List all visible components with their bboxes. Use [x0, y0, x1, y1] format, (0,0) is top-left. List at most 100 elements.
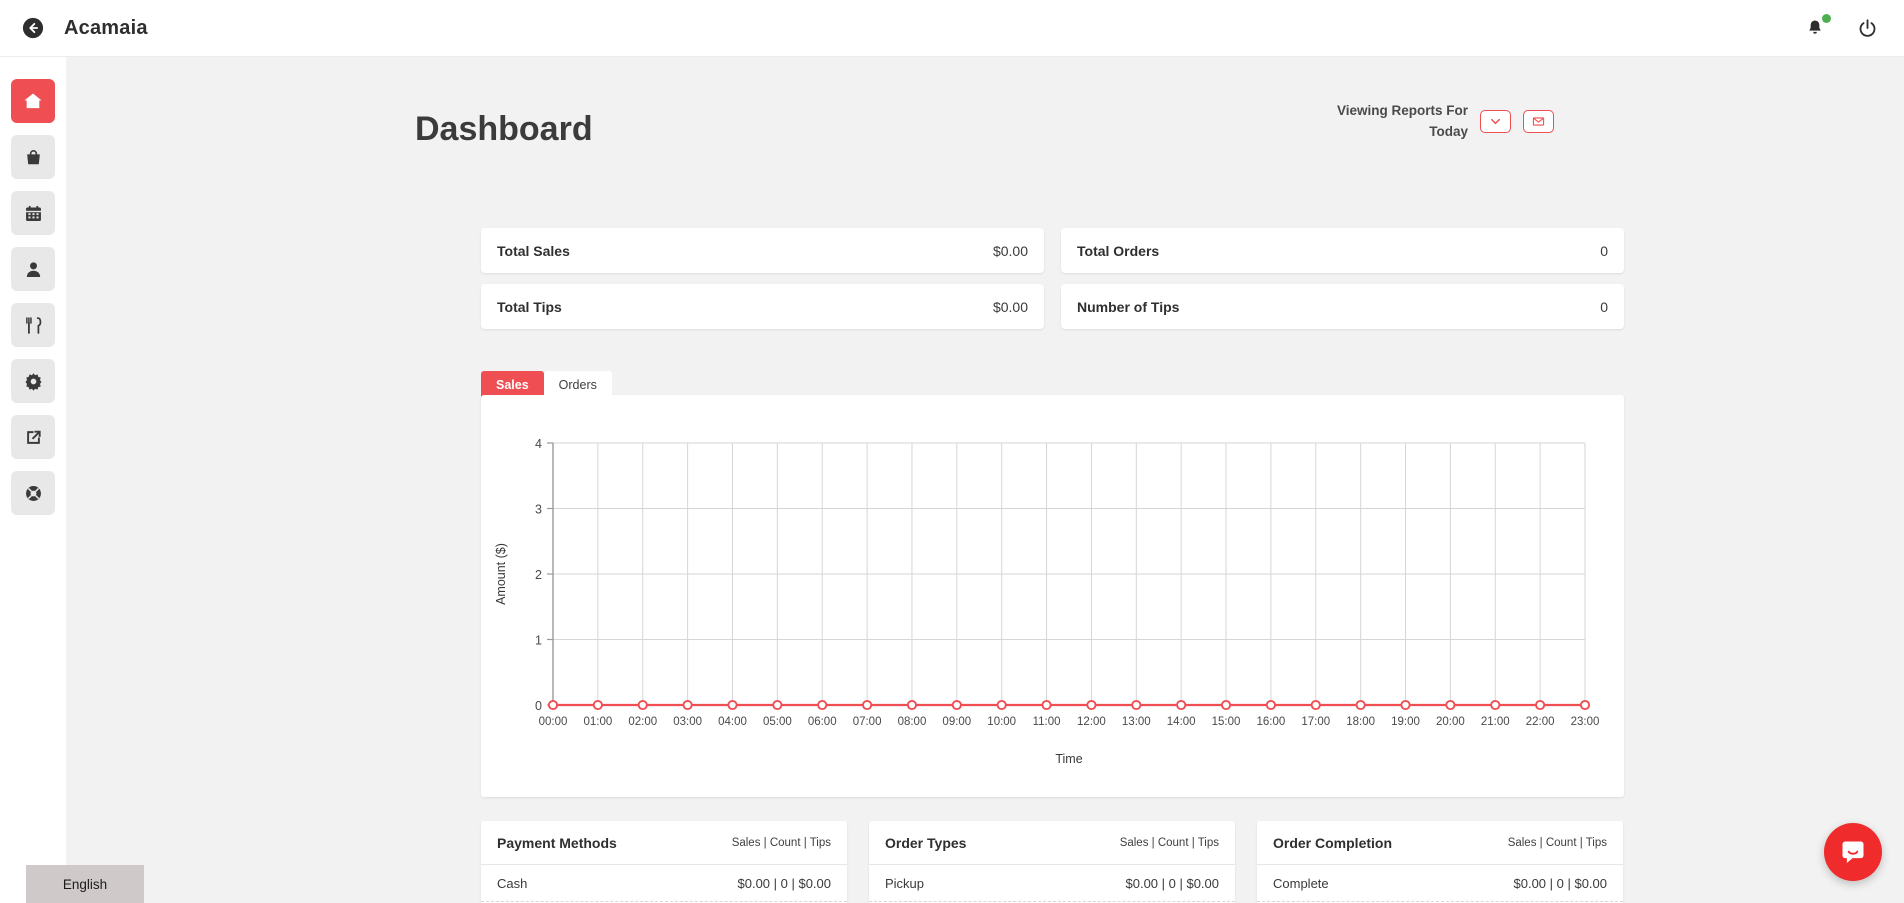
app-title: Acamaia [64, 16, 148, 39]
sidebar-item-customers[interactable] [11, 247, 55, 291]
report-range-label: Viewing Reports For Today [1337, 101, 1468, 143]
row-value: $0.00 | 0 | $0.00 [1125, 876, 1220, 891]
svg-text:18:00: 18:00 [1346, 716, 1375, 728]
svg-text:12:00: 12:00 [1077, 716, 1106, 728]
svg-text:08:00: 08:00 [898, 716, 927, 728]
report-label-line1: Viewing Reports For [1336, 103, 1468, 118]
notifications-button[interactable] [1802, 14, 1831, 41]
svg-text:1: 1 [535, 634, 542, 648]
stat-value: $0.00 [992, 298, 1028, 315]
calendar-icon [25, 205, 41, 221]
sidebar-item-support[interactable] [11, 471, 55, 515]
back-button[interactable] [20, 15, 46, 41]
report-label-line2: Today [1429, 123, 1468, 139]
stat-card-total-sales: Total Sales $0.00 [481, 228, 1044, 273]
stat-card-total-orders: Total Orders 0 [1061, 228, 1624, 273]
report-range-dropdown-button[interactable] [1480, 110, 1511, 134]
bag-icon [26, 149, 40, 164]
person-icon [26, 261, 40, 277]
svg-text:0: 0 [535, 699, 542, 713]
power-icon [1859, 18, 1875, 37]
svg-text:05:00: 05:00 [763, 716, 792, 728]
page-title: Dashboard [415, 109, 593, 148]
external-link-icon [26, 430, 41, 444]
row-value: $0.00 | 0 | $0.00 [737, 876, 832, 891]
topbar-actions [1802, 14, 1880, 41]
sidebar-item-settings[interactable] [11, 359, 55, 403]
svg-text:13:00: 13:00 [1122, 716, 1151, 728]
sales-chart[interactable]: 0 1 2 3 4 00:00 01:00 02:00 03:00 04:00 05:00 06:00… [481, 395, 1624, 797]
svg-text:16:00: 16:00 [1257, 716, 1286, 728]
stat-label: Total Sales [497, 242, 570, 259]
table-payment-methods: Payment Methods Sales | Count | Tips Cas… [481, 821, 847, 903]
sidebar-item-orders[interactable] [11, 135, 55, 179]
svg-text:23:00: 23:00 [1571, 716, 1600, 728]
svg-text:22:00: 22:00 [1526, 716, 1555, 728]
svg-text:15:00: 15:00 [1212, 716, 1241, 728]
svg-text:09:00: 09:00 [942, 716, 971, 728]
svg-text:07:00: 07:00 [853, 716, 882, 728]
row-label: Pickup [885, 876, 925, 891]
stat-cards: Total Sales $0.00 Total Orders 0 Total T… [481, 228, 1624, 340]
table-row: Cash $0.00 | 0 | $0.00 [481, 865, 847, 902]
notification-badge [1822, 14, 1831, 23]
svg-text:04:00: 04:00 [718, 716, 747, 728]
stat-label: Number of Tips [1077, 298, 1180, 315]
svg-text:17:00: 17:00 [1301, 716, 1330, 728]
email-report-button[interactable] [1523, 110, 1554, 134]
table-title: Order Types [885, 835, 967, 851]
stat-value: 0 [1600, 298, 1608, 315]
row-value: $0.00 | 0 | $0.00 [1513, 876, 1608, 891]
row-label: Cash [497, 876, 528, 891]
svg-text:19:00: 19:00 [1391, 716, 1420, 728]
svg-text:01:00: 01:00 [583, 716, 612, 728]
table-order-types: Order Types Sales | Count | Tips Pickup … [869, 821, 1235, 903]
svg-text:10:00: 10:00 [987, 716, 1016, 728]
stat-row-1: Total Sales $0.00 Total Orders 0 [481, 228, 1624, 273]
stat-label: Total Tips [497, 298, 562, 315]
svg-text:20:00: 20:00 [1436, 716, 1465, 728]
sidebar-item-menu[interactable] [11, 303, 55, 347]
sales-chart-card: 0 1 2 3 4 00:00 01:00 02:00 03:00 04:00 05:00 06:00… [481, 395, 1624, 797]
svg-text:14:00: 14:00 [1167, 716, 1196, 728]
table-header: Order Types Sales | Count | Tips [869, 821, 1235, 865]
stat-label: Total Orders [1077, 242, 1160, 259]
main-content: Dashboard Viewing Reports For Today Tota… [66, 57, 1904, 903]
sidebar-item-home[interactable] [11, 79, 55, 123]
svg-text:2: 2 [535, 568, 542, 582]
envelope-icon [1532, 117, 1545, 127]
power-button[interactable] [1854, 15, 1880, 41]
svg-text:4: 4 [535, 437, 542, 451]
page-header: Dashboard Viewing Reports For Today [415, 101, 1554, 149]
table-title: Order Completion [1273, 835, 1393, 851]
svg-text:03:00: 03:00 [673, 716, 702, 728]
lifebuoy-icon [25, 485, 41, 501]
sidebar-item-calendar[interactable] [11, 191, 55, 235]
sidebar [0, 57, 66, 903]
language-button[interactable]: English [26, 865, 144, 903]
table-header: Order Completion Sales | Count | Tips [1257, 821, 1623, 865]
stat-row-2: Total Tips $0.00 Number of Tips 0 [481, 284, 1624, 329]
home-icon [24, 93, 42, 109]
gear-icon [25, 372, 41, 391]
sidebar-item-external[interactable] [11, 415, 55, 459]
chat-bubble-icon [1842, 841, 1864, 863]
svg-text:02:00: 02:00 [628, 716, 657, 728]
chevron-down-icon [1491, 119, 1500, 125]
chat-launcher-button[interactable] [1824, 823, 1882, 881]
table-columns: Sales | Count | Tips [1119, 837, 1219, 849]
row-label: Complete [1273, 876, 1329, 891]
svg-text:21:00: 21:00 [1481, 716, 1510, 728]
summary-tables: Payment Methods Sales | Count | Tips Cas… [481, 821, 1623, 903]
top-bar: Acamaia [0, 0, 1904, 57]
stat-card-total-tips: Total Tips $0.00 [481, 284, 1044, 329]
svg-text:Amount ($): Amount ($) [494, 543, 508, 605]
table-order-completion: Order Completion Sales | Count | Tips Co… [1257, 821, 1623, 903]
table-header: Payment Methods Sales | Count | Tips [481, 821, 847, 865]
svg-text:06:00: 06:00 [808, 716, 837, 728]
stat-value: 0 [1600, 242, 1608, 259]
table-columns: Sales | Count | Tips [731, 837, 831, 849]
stat-value: $0.00 [992, 242, 1028, 259]
table-row: Complete $0.00 | 0 | $0.00 [1257, 865, 1623, 902]
stat-card-number-of-tips: Number of Tips 0 [1061, 284, 1624, 329]
